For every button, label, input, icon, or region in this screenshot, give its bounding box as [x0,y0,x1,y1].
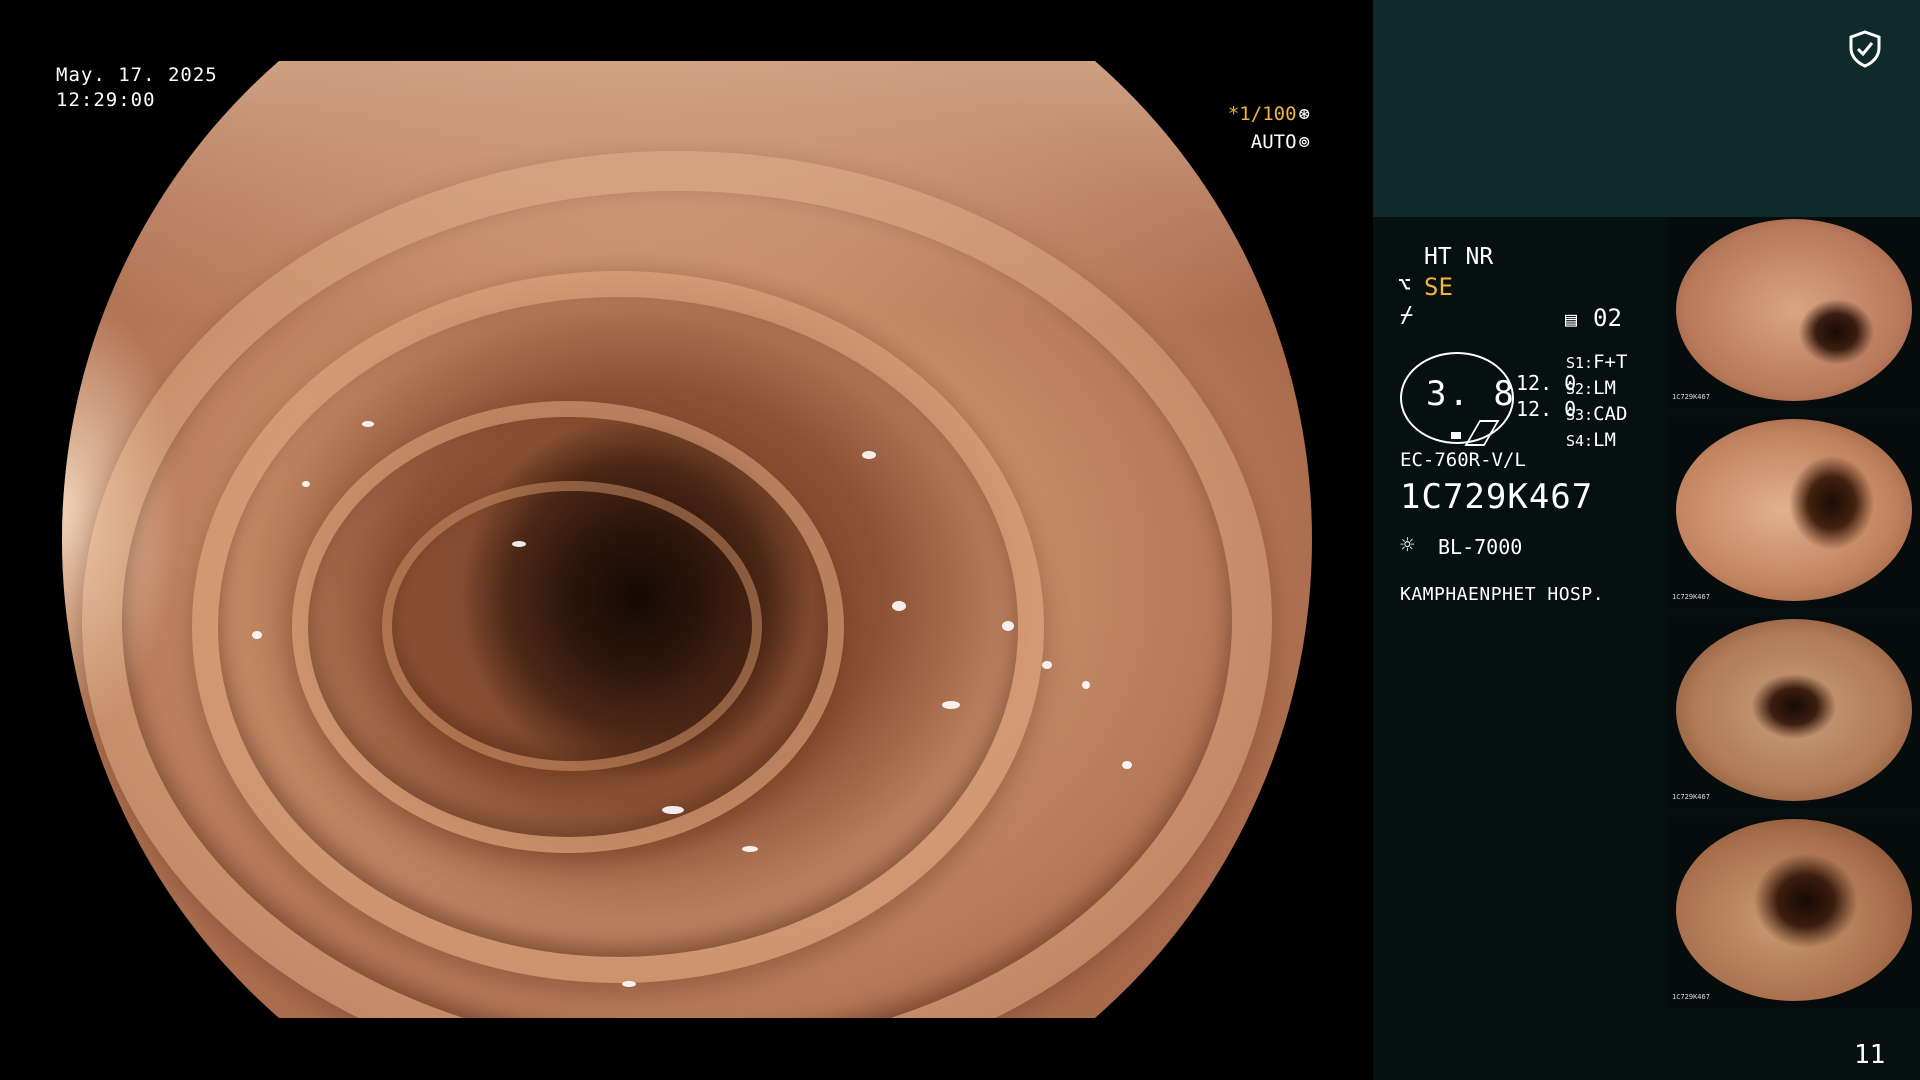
light-reflection [1082,681,1090,689]
light-reflection [1002,621,1014,631]
switch-setting: S2:LM [1566,377,1616,399]
exam-time: 12:29:00 [56,89,156,111]
light-reflection [942,701,960,709]
structure-enhancement: SE [1424,273,1453,301]
thumbnail[interactable]: 1C729K467 [1668,417,1920,609]
shield-check-icon [1849,30,1881,68]
exam-date: May. 17. 2025 [56,64,218,86]
light-reflection [1122,761,1132,769]
thumbnail-image [1676,219,1912,401]
thumbnail-caption: 1C729K467 [1672,993,1710,1001]
light-reflection [862,451,876,459]
memory-slot: 02 [1593,304,1622,332]
switch-setting: S1:F+T [1566,351,1628,373]
shutter-speed: *1/100 [1227,103,1297,125]
zoom-value: 3. 8 [1426,374,1516,414]
auto-iris-icon: ⊚ [1298,131,1310,153]
panel-header [1373,0,1920,217]
thumbnail-image [1676,819,1912,1001]
light-reflection [662,806,684,814]
switch-setting: S4:LM [1566,429,1616,451]
shutter-icon: ⊛ [1298,103,1310,125]
thumbnail-caption: 1C729K467 [1672,793,1710,801]
light-reflection [252,631,262,639]
thumbnail[interactable]: 1C729K467 [1668,617,1920,809]
exposure-info: *1/100 ⊛ AUTO ⊚ [1228,100,1310,156]
scope-icon: ⌥ [1398,273,1412,298]
light-reflection [742,846,758,852]
switch-setting: S3:CAD [1566,403,1628,425]
exam-datetime: May. 17. 2025 12:29:00 [56,63,218,113]
light-reflection [622,981,636,987]
thumbnail[interactable]: 1C729K467 [1668,217,1920,409]
thumbnail-image [1676,419,1912,601]
thumbnail-caption: 1C729K467 [1672,393,1710,401]
page-number: 11 [1854,1040,1886,1070]
light-source: BL-7000 [1438,535,1523,559]
scope-serial: 1C729K467 [1400,477,1594,517]
captured-images: 1C729K467 1C729K467 1C729K467 1C729K467 [1668,217,1920,1017]
sun-icon: ☼ [1400,531,1415,559]
light-reflection [512,541,526,547]
light-reflection [362,421,374,427]
enhancement-mode: HT NR [1424,244,1494,270]
mucosal-fold [382,481,762,771]
thumbnail-image [1676,619,1912,801]
light-reflection [302,481,310,487]
hospital-name: KAMPHAENPHET HOSP. [1400,584,1605,605]
gauge-marker [1451,432,1461,439]
switch-settings: S1:F+T S2:LM S3:CAD S4:LM [1566,350,1627,454]
focus-icon: ⌿ [1400,303,1414,328]
endoscopy-screen: May. 17. 2025 12:29:00 *1/100 ⊛ AUTO ⊚ HT … [0,0,1920,1080]
light-reflection [1042,661,1052,669]
iris-mode: AUTO [1250,131,1297,153]
light-reflection [892,601,906,611]
scope-model: EC-760R-V/L [1400,449,1526,471]
memory-slot-icon: ▤ [1565,307,1578,331]
thumbnail[interactable]: 1C729K467 [1668,817,1920,1009]
thumbnail-caption: 1C729K467 [1672,593,1710,601]
endoscope-live-view [62,61,1312,1018]
